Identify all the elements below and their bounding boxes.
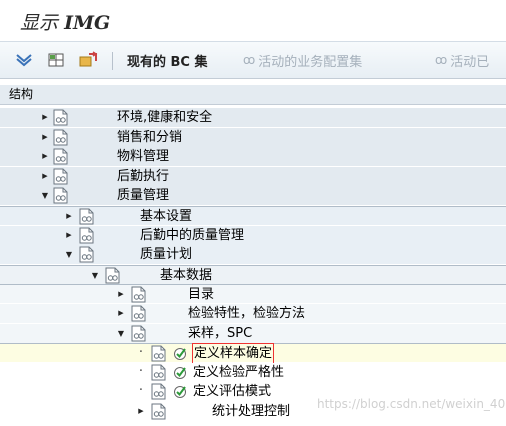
documentation-icon[interactable] (52, 109, 69, 126)
expand-toggle-icon[interactable]: ▶ (40, 108, 50, 127)
active-business-config-sets-button[interactable]: ꝏ 活动的业务配置集 (243, 50, 362, 70)
tree-node[interactable]: ▶ 基本设置 (0, 206, 506, 225)
tree-node-label: 后勤中的质量管理 (140, 227, 245, 243)
tree-node-label: 统计处理控制 (212, 404, 291, 419)
documentation-icon[interactable] (150, 403, 167, 420)
tree-node[interactable]: ▶ 销售和分销 (0, 127, 506, 147)
expand-toggle-icon[interactable]: ▶ (116, 285, 126, 304)
documentation-icon[interactable] (52, 129, 69, 146)
documentation-icon[interactable] (130, 286, 147, 303)
tree-node[interactable]: ▼ 基本数据 (0, 264, 506, 285)
tree-node[interactable]: ▼ 质量计划 (0, 245, 506, 265)
documentation-icon[interactable] (130, 325, 147, 342)
title-bar: 显示 IMG (0, 0, 506, 40)
tree-node[interactable]: ▶ 目录 (0, 284, 506, 304)
transport-icon[interactable] (78, 50, 98, 70)
tree-node-label: 定义检验严格性 (193, 364, 285, 380)
toolbar-separator (112, 52, 113, 70)
tree-node[interactable]: · 定义样本确定 (0, 343, 506, 365)
tree-node-label: 定义样本确定 (191, 343, 275, 365)
glasses-icon: ꝏ (243, 53, 256, 67)
documentation-icon[interactable] (150, 364, 167, 381)
tree-node-label: 检验特性，检验方法 (188, 306, 306, 321)
leaf-bullet-icon: · (138, 383, 144, 399)
tree-node[interactable]: ▼ 质量管理 (0, 186, 506, 206)
collapse-toggle-icon[interactable]: ▼ (40, 186, 50, 205)
documentation-icon[interactable] (52, 187, 69, 204)
active-truncated-button[interactable]: ꝏ 活动已 (435, 50, 489, 70)
tree-node[interactable]: ▶ 检验特性，检验方法 (0, 304, 506, 323)
tree-node[interactable]: ▶ 后勤执行 (0, 166, 506, 186)
expand-toggle-icon[interactable]: ▶ (136, 402, 146, 421)
expand-toggle-icon[interactable]: ▶ (40, 167, 50, 186)
expand-toggle-icon[interactable]: ▶ (64, 207, 74, 226)
documentation-icon[interactable] (150, 345, 167, 362)
tree-node[interactable]: · 定义检验严格性 (0, 362, 506, 382)
documentation-icon[interactable] (78, 227, 95, 244)
execute-activity-icon[interactable] (173, 365, 188, 380)
tree-node-label: 基本数据 (160, 267, 213, 283)
execute-activity-icon[interactable] (173, 384, 188, 399)
documentation-icon[interactable] (78, 208, 95, 225)
collapse-toggle-icon[interactable]: ▼ (64, 245, 74, 264)
tree-node-label: 采样，SPC (188, 325, 253, 341)
tree-node[interactable]: ▼ 采样，SPC (0, 323, 506, 343)
expand-toggle-icon[interactable]: ▶ (64, 226, 74, 245)
expand-toggle-icon[interactable]: ▶ (40, 128, 50, 147)
tree-node[interactable]: ▶ 后勤中的质量管理 (0, 225, 506, 245)
window-title: 显示 IMG (20, 12, 111, 34)
watermark: https://blog.csdn.net/weixin_40672823 (317, 397, 506, 411)
tree-node-label: 基本设置 (140, 209, 193, 224)
existing-bc-sets-button[interactable]: 现有的 BC 集 (127, 50, 208, 70)
collapse-toggle-icon[interactable]: ▼ (90, 266, 100, 285)
tree-node-label: 环境,健康和安全 (117, 110, 213, 125)
tree-node-label: 销售和分销 (117, 129, 183, 145)
tree-node-label: 定义评估模式 (193, 384, 272, 400)
leaf-bullet-icon: · (138, 363, 144, 379)
tree-node[interactable]: ▶ 物料管理 (0, 147, 506, 167)
glasses-icon: ꝏ (435, 53, 448, 67)
leaf-bullet-icon: · (138, 345, 144, 361)
collapse-toggle-icon[interactable]: ▼ (116, 324, 126, 343)
tree-node-label: 质量计划 (140, 247, 193, 263)
documentation-icon[interactable] (78, 246, 95, 263)
documentation-icon[interactable] (130, 305, 147, 322)
documentation-icon[interactable] (52, 168, 69, 185)
structure-header: 结构 (0, 85, 506, 105)
documentation-icon[interactable] (150, 383, 167, 400)
tree-node-label: 目录 (188, 287, 215, 303)
grid-icon[interactable] (47, 50, 65, 70)
tree-node-label: 质量管理 (117, 188, 170, 204)
execute-activity-icon[interactable] (173, 346, 188, 361)
toolbar: 现有的 BC 集 ꝏ 活动的业务配置集 ꝏ 活动已 (0, 41, 506, 79)
tree-node-label: 后勤执行 (117, 168, 170, 184)
expand-toggle-icon[interactable]: ▶ (40, 147, 50, 166)
expand-toggle-icon[interactable]: ▶ (116, 304, 126, 323)
documentation-icon[interactable] (104, 267, 121, 284)
documentation-icon[interactable] (52, 148, 69, 165)
tree-node[interactable]: ▶ 环境,健康和安全 (0, 108, 506, 127)
tree-node-label: 物料管理 (117, 149, 170, 165)
filter-icon[interactable] (15, 50, 33, 70)
